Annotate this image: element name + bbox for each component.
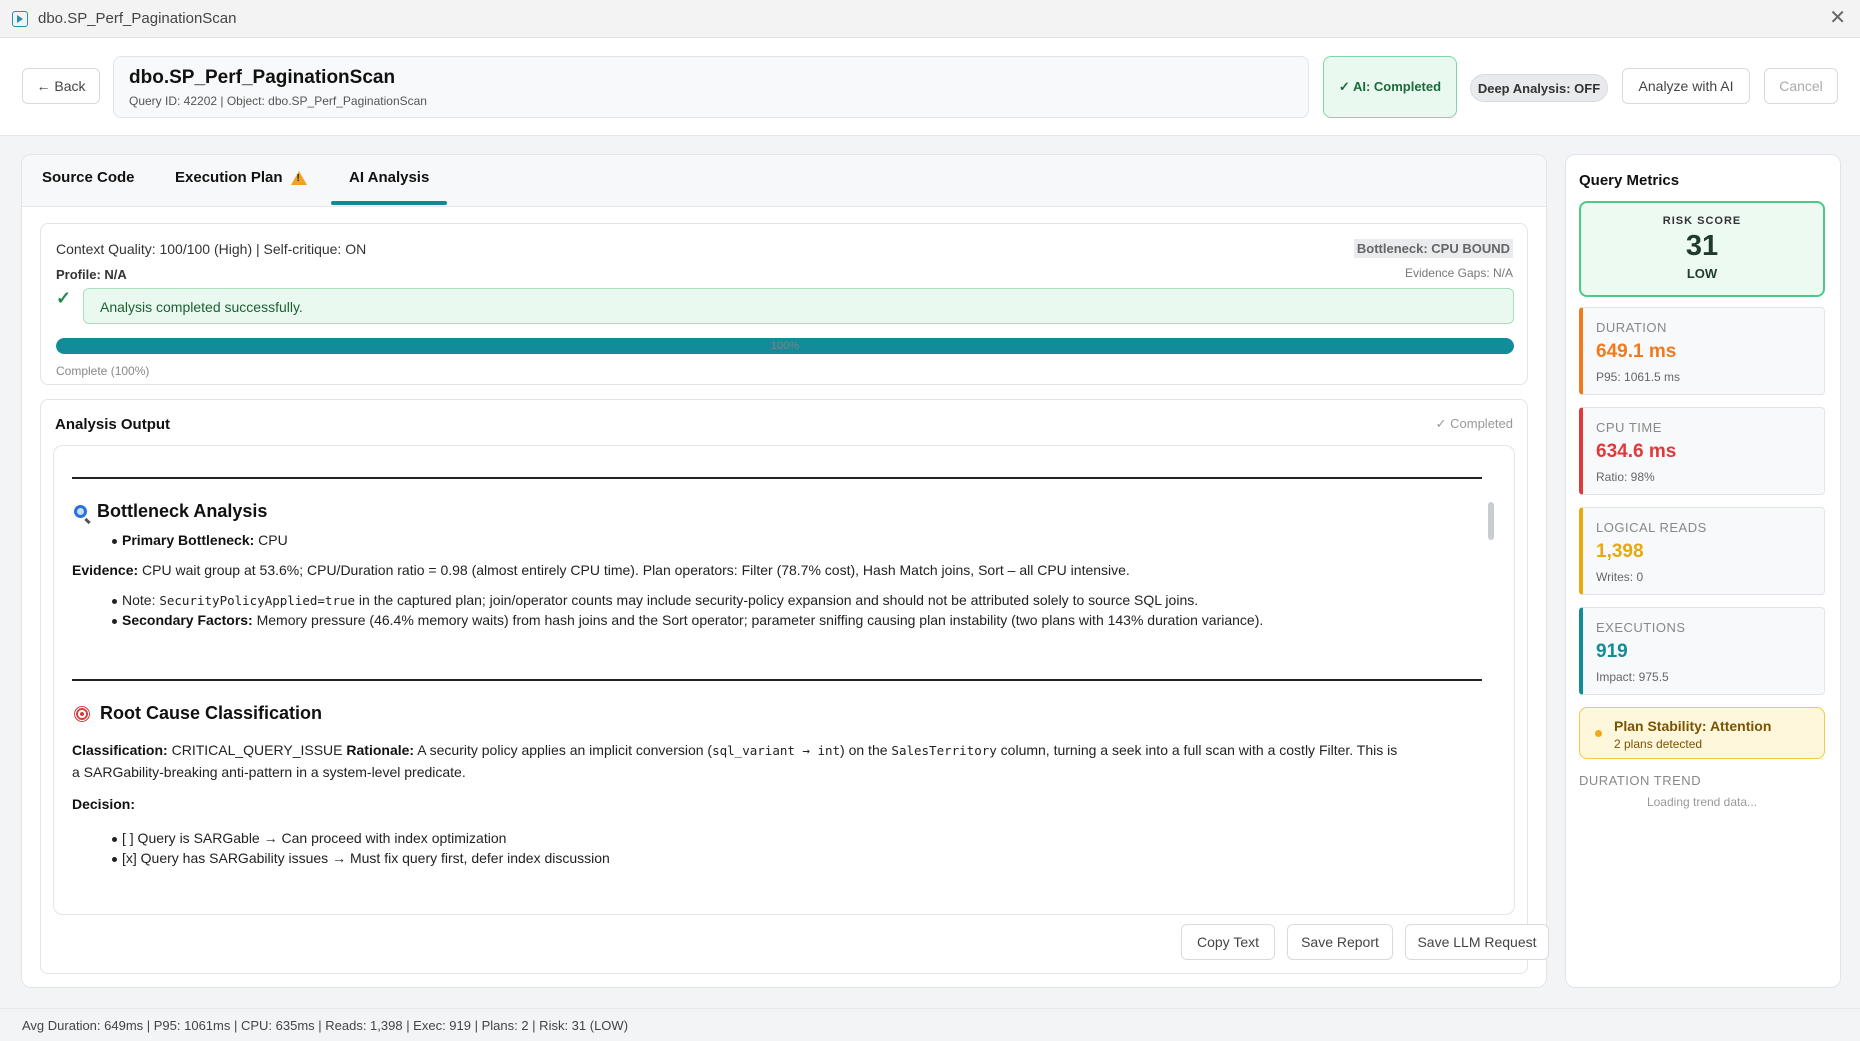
bullet [112, 857, 117, 862]
analyze-with-ai-button[interactable]: Analyze with AI [1622, 68, 1750, 104]
scrollbar[interactable] [1488, 502, 1494, 540]
metric-sub: P95: 1061.5 ms [1596, 370, 1681, 384]
active-tab-indicator [331, 201, 447, 205]
tab-label: Source Code [42, 169, 135, 186]
metric-label: EXECUTIONS [1596, 620, 1686, 635]
main-panel: Source Code Execution Plan AI Analysis C… [21, 154, 1549, 988]
back-button[interactable]: ← Back [22, 68, 100, 104]
decision-item: [x] Query has SARGability issues → Must … [122, 850, 610, 866]
classification-line: Classification: CRITICAL_QUERY_ISSUE Rat… [72, 742, 1398, 758]
tab-ai-analysis[interactable]: AI Analysis [349, 169, 429, 186]
progress-label: Complete (100%) [56, 364, 150, 378]
copy-text-button[interactable]: Copy Text [1181, 924, 1275, 960]
risk-label: RISK SCORE [1662, 215, 1742, 227]
metric-sub: Impact: 975.5 [1596, 670, 1669, 684]
app-icon [12, 10, 28, 27]
close-icon[interactable]: ✕ [1829, 8, 1846, 28]
bullet [112, 599, 117, 604]
output-status: ✓ Completed [1435, 416, 1513, 431]
decision-item: [ ] Query is SARGable → Can proceed with… [122, 830, 507, 846]
bottleneck-badge: Bottleneck: CPU BOUND [1353, 239, 1513, 258]
cancel-button[interactable]: Cancel [1764, 68, 1838, 104]
tab-label: AI Analysis [349, 169, 430, 186]
page-subtitle: Query ID: 42202 | Object: dbo.SP_Perf_Pa… [129, 94, 427, 108]
bottleneck-heading: Bottleneck Analysis [74, 501, 267, 522]
trend-loading-text: Loading trend data... [1646, 795, 1758, 809]
profile-label: Profile: N/A [56, 267, 127, 282]
risk-level: LOW [1686, 266, 1718, 281]
duration-card: DURATION 649.1 ms P95: 1061.5 ms [1579, 307, 1825, 395]
metric-sub: Ratio: 98% [1596, 470, 1655, 484]
analysis-status-card: Context Quality: 100/100 (High) | Self-c… [40, 223, 1528, 385]
status-bar: Avg Duration: 649ms | P95: 1061ms | CPU:… [0, 1008, 1860, 1041]
metric-label: CPU TIME [1596, 420, 1662, 435]
decision-label: Decision: [72, 796, 136, 812]
save-llm-request-button[interactable]: Save LLM Request [1405, 924, 1549, 960]
heading-text: Root Cause Classification [100, 703, 323, 723]
divider [72, 679, 1482, 681]
output-title: Analysis Output [55, 416, 171, 433]
bullet [112, 619, 117, 624]
cpu-time-card: CPU TIME 634.6 ms Ratio: 98% [1579, 407, 1825, 495]
success-message: Analysis completed successfully. [83, 288, 1514, 324]
output-scroll-area[interactable]: Bottleneck Analysis Primary Bottleneck: … [53, 445, 1515, 915]
bullet [112, 539, 117, 544]
ai-status-badge: ✓ AI: Completed [1323, 56, 1457, 118]
analysis-output-card: Analysis Output ✓ Completed Bottleneck A… [40, 399, 1549, 974]
metric-value: 649.1 ms [1596, 341, 1677, 362]
secondary-factors: Secondary Factors: Memory pressure (46.4… [122, 612, 1264, 628]
stability-sub: 2 plans detected [1614, 737, 1703, 751]
progress-bar: 100% [56, 338, 1514, 354]
tab-source-code[interactable]: Source Code [42, 169, 135, 186]
metric-label: DURATION [1596, 320, 1667, 335]
query-title-box: dbo.SP_Perf_PaginationScan Query ID: 422… [113, 56, 1309, 118]
primary-bottleneck: Primary Bottleneck: CPU [122, 532, 288, 548]
tab-label: Execution Plan [175, 169, 283, 186]
save-report-button[interactable]: Save Report [1287, 924, 1393, 960]
warning-dot-icon [1595, 730, 1602, 737]
page-title: dbo.SP_Perf_PaginationScan [129, 67, 396, 88]
risk-score-card: RISK SCORE 31 LOW [1579, 201, 1825, 297]
metrics-title: Query Metrics [1579, 172, 1680, 189]
evidence-line: Evidence: CPU wait group at 53.6%; CPU/D… [72, 562, 1130, 578]
bullet [112, 837, 117, 842]
tab-bar: Source Code Execution Plan AI Analysis [22, 155, 1546, 207]
classification-line-2: a SARGability-breaking anti-pattern in a… [72, 764, 466, 780]
warning-icon [290, 170, 307, 185]
logical-reads-card: LOGICAL READS 1,398 Writes: 0 [1579, 507, 1825, 595]
root-cause-heading: Root Cause Classification [74, 703, 322, 724]
plan-stability-alert: Plan Stability: Attention 2 plans detect… [1579, 707, 1825, 759]
tab-execution-plan[interactable]: Execution Plan [175, 169, 307, 186]
evidence-gaps: Evidence Gaps: N/A [1404, 266, 1513, 280]
stability-title: Plan Stability: Attention [1614, 718, 1772, 734]
query-metrics-panel: Query Metrics RISK SCORE 31 LOW DURATION… [1565, 154, 1841, 988]
metric-value: 634.6 ms [1596, 441, 1677, 462]
note-line: Note: SecurityPolicyApplied=true in the … [122, 592, 1199, 608]
heading-text: Bottleneck Analysis [97, 501, 268, 521]
check-icon: ✓ [56, 288, 72, 308]
metric-value: 1,398 [1596, 541, 1644, 562]
metric-value: 919 [1596, 641, 1628, 662]
risk-value: 31 [1685, 230, 1719, 262]
divider [72, 477, 1482, 479]
context-quality: Context Quality: 100/100 (High) | Self-c… [56, 241, 367, 257]
progress-text: 100% [770, 340, 800, 352]
metric-sub: Writes: 0 [1596, 570, 1644, 584]
magnifier-icon [74, 505, 87, 518]
deep-analysis-toggle[interactable]: Deep Analysis: OFF [1470, 74, 1608, 102]
executions-card: EXECUTIONS 919 Impact: 975.5 [1579, 607, 1825, 695]
metric-label: LOGICAL READS [1596, 520, 1707, 535]
duration-trend-label: DURATION TREND [1579, 773, 1702, 788]
window-title: dbo.SP_Perf_PaginationScan [38, 10, 237, 27]
window-titlebar: dbo.SP_Perf_PaginationScan ✕ [0, 0, 1860, 38]
target-icon [74, 705, 90, 722]
page-header: ← Back dbo.SP_Perf_PaginationScan Query … [0, 38, 1860, 136]
